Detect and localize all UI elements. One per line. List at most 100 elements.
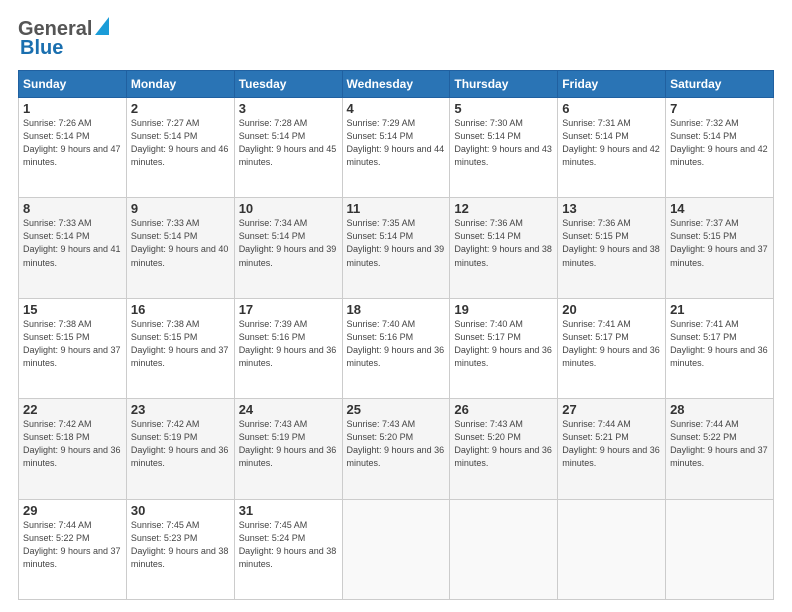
logo: General Blue (18, 18, 109, 60)
calendar-cell: 27Sunrise: 7:44 AM Sunset: 5:21 PM Dayli… (558, 399, 666, 499)
day-number: 31 (239, 503, 338, 518)
day-number: 28 (670, 402, 769, 417)
day-number: 16 (131, 302, 230, 317)
calendar-cell: 24Sunrise: 7:43 AM Sunset: 5:19 PM Dayli… (234, 399, 342, 499)
calendar-cell: 3Sunrise: 7:28 AM Sunset: 5:14 PM Daylig… (234, 98, 342, 198)
day-number: 10 (239, 201, 338, 216)
day-info: Sunrise: 7:41 AM Sunset: 5:17 PM Dayligh… (670, 318, 769, 370)
day-of-week-header: Friday (558, 71, 666, 98)
calendar-cell: 20Sunrise: 7:41 AM Sunset: 5:17 PM Dayli… (558, 298, 666, 398)
day-info: Sunrise: 7:38 AM Sunset: 5:15 PM Dayligh… (23, 318, 122, 370)
day-info: Sunrise: 7:42 AM Sunset: 5:18 PM Dayligh… (23, 418, 122, 470)
day-of-week-header: Sunday (19, 71, 127, 98)
calendar-cell: 5Sunrise: 7:30 AM Sunset: 5:14 PM Daylig… (450, 98, 558, 198)
day-info: Sunrise: 7:31 AM Sunset: 5:14 PM Dayligh… (562, 117, 661, 169)
day-number: 24 (239, 402, 338, 417)
day-number: 7 (670, 101, 769, 116)
calendar-cell: 23Sunrise: 7:42 AM Sunset: 5:19 PM Dayli… (126, 399, 234, 499)
day-number: 25 (347, 402, 446, 417)
day-number: 5 (454, 101, 553, 116)
day-number: 20 (562, 302, 661, 317)
day-info: Sunrise: 7:45 AM Sunset: 5:23 PM Dayligh… (131, 519, 230, 571)
day-of-week-header: Thursday (450, 71, 558, 98)
day-info: Sunrise: 7:44 AM Sunset: 5:22 PM Dayligh… (23, 519, 122, 571)
day-info: Sunrise: 7:43 AM Sunset: 5:19 PM Dayligh… (239, 418, 338, 470)
calendar-week-row: 22Sunrise: 7:42 AM Sunset: 5:18 PM Dayli… (19, 399, 774, 499)
calendar-cell: 8Sunrise: 7:33 AM Sunset: 5:14 PM Daylig… (19, 198, 127, 298)
calendar-cell: 10Sunrise: 7:34 AM Sunset: 5:14 PM Dayli… (234, 198, 342, 298)
calendar-cell: 7Sunrise: 7:32 AM Sunset: 5:14 PM Daylig… (666, 98, 774, 198)
day-info: Sunrise: 7:43 AM Sunset: 5:20 PM Dayligh… (347, 418, 446, 470)
day-number: 23 (131, 402, 230, 417)
calendar-cell: 25Sunrise: 7:43 AM Sunset: 5:20 PM Dayli… (342, 399, 450, 499)
day-info: Sunrise: 7:39 AM Sunset: 5:16 PM Dayligh… (239, 318, 338, 370)
calendar-cell: 16Sunrise: 7:38 AM Sunset: 5:15 PM Dayli… (126, 298, 234, 398)
day-of-week-header: Wednesday (342, 71, 450, 98)
day-of-week-header: Tuesday (234, 71, 342, 98)
day-number: 1 (23, 101, 122, 116)
day-number: 18 (347, 302, 446, 317)
calendar-cell: 26Sunrise: 7:43 AM Sunset: 5:20 PM Dayli… (450, 399, 558, 499)
day-info: Sunrise: 7:40 AM Sunset: 5:17 PM Dayligh… (454, 318, 553, 370)
day-info: Sunrise: 7:29 AM Sunset: 5:14 PM Dayligh… (347, 117, 446, 169)
day-number: 2 (131, 101, 230, 116)
day-info: Sunrise: 7:40 AM Sunset: 5:16 PM Dayligh… (347, 318, 446, 370)
calendar-cell: 28Sunrise: 7:44 AM Sunset: 5:22 PM Dayli… (666, 399, 774, 499)
calendar-cell: 6Sunrise: 7:31 AM Sunset: 5:14 PM Daylig… (558, 98, 666, 198)
calendar-cell: 1Sunrise: 7:26 AM Sunset: 5:14 PM Daylig… (19, 98, 127, 198)
calendar-cell: 4Sunrise: 7:29 AM Sunset: 5:14 PM Daylig… (342, 98, 450, 198)
day-number: 12 (454, 201, 553, 216)
day-info: Sunrise: 7:35 AM Sunset: 5:14 PM Dayligh… (347, 217, 446, 269)
calendar-cell: 19Sunrise: 7:40 AM Sunset: 5:17 PM Dayli… (450, 298, 558, 398)
day-of-week-header: Monday (126, 71, 234, 98)
day-info: Sunrise: 7:43 AM Sunset: 5:20 PM Dayligh… (454, 418, 553, 470)
header: General Blue (18, 18, 774, 60)
calendar-cell: 18Sunrise: 7:40 AM Sunset: 5:16 PM Dayli… (342, 298, 450, 398)
day-number: 9 (131, 201, 230, 216)
day-info: Sunrise: 7:28 AM Sunset: 5:14 PM Dayligh… (239, 117, 338, 169)
day-info: Sunrise: 7:44 AM Sunset: 5:21 PM Dayligh… (562, 418, 661, 470)
day-number: 14 (670, 201, 769, 216)
calendar-cell (558, 499, 666, 599)
calendar-week-row: 1Sunrise: 7:26 AM Sunset: 5:14 PM Daylig… (19, 98, 774, 198)
day-number: 11 (347, 201, 446, 216)
day-number: 15 (23, 302, 122, 317)
day-info: Sunrise: 7:36 AM Sunset: 5:15 PM Dayligh… (562, 217, 661, 269)
day-info: Sunrise: 7:45 AM Sunset: 5:24 PM Dayligh… (239, 519, 338, 571)
day-info: Sunrise: 7:30 AM Sunset: 5:14 PM Dayligh… (454, 117, 553, 169)
calendar-cell: 9Sunrise: 7:33 AM Sunset: 5:14 PM Daylig… (126, 198, 234, 298)
day-info: Sunrise: 7:37 AM Sunset: 5:15 PM Dayligh… (670, 217, 769, 269)
day-info: Sunrise: 7:42 AM Sunset: 5:19 PM Dayligh… (131, 418, 230, 470)
calendar-cell (342, 499, 450, 599)
calendar-cell (450, 499, 558, 599)
calendar-week-row: 15Sunrise: 7:38 AM Sunset: 5:15 PM Dayli… (19, 298, 774, 398)
day-header-row: SundayMondayTuesdayWednesdayThursdayFrid… (19, 71, 774, 98)
calendar-page: General Blue SundayMondayTuesdayWednesda… (0, 0, 792, 612)
calendar-cell: 14Sunrise: 7:37 AM Sunset: 5:15 PM Dayli… (666, 198, 774, 298)
calendar-cell: 30Sunrise: 7:45 AM Sunset: 5:23 PM Dayli… (126, 499, 234, 599)
calendar-cell: 31Sunrise: 7:45 AM Sunset: 5:24 PM Dayli… (234, 499, 342, 599)
day-info: Sunrise: 7:41 AM Sunset: 5:17 PM Dayligh… (562, 318, 661, 370)
calendar-cell: 17Sunrise: 7:39 AM Sunset: 5:16 PM Dayli… (234, 298, 342, 398)
day-number: 4 (347, 101, 446, 116)
day-number: 26 (454, 402, 553, 417)
day-info: Sunrise: 7:34 AM Sunset: 5:14 PM Dayligh… (239, 217, 338, 269)
day-info: Sunrise: 7:38 AM Sunset: 5:15 PM Dayligh… (131, 318, 230, 370)
day-number: 30 (131, 503, 230, 518)
calendar-cell: 21Sunrise: 7:41 AM Sunset: 5:17 PM Dayli… (666, 298, 774, 398)
calendar-table: SundayMondayTuesdayWednesdayThursdayFrid… (18, 70, 774, 600)
day-info: Sunrise: 7:36 AM Sunset: 5:14 PM Dayligh… (454, 217, 553, 269)
day-number: 3 (239, 101, 338, 116)
day-number: 22 (23, 402, 122, 417)
day-info: Sunrise: 7:33 AM Sunset: 5:14 PM Dayligh… (131, 217, 230, 269)
day-number: 6 (562, 101, 661, 116)
calendar-cell: 2Sunrise: 7:27 AM Sunset: 5:14 PM Daylig… (126, 98, 234, 198)
day-info: Sunrise: 7:26 AM Sunset: 5:14 PM Dayligh… (23, 117, 122, 169)
calendar-cell (666, 499, 774, 599)
day-number: 27 (562, 402, 661, 417)
day-number: 17 (239, 302, 338, 317)
day-of-week-header: Saturday (666, 71, 774, 98)
day-number: 19 (454, 302, 553, 317)
calendar-cell: 12Sunrise: 7:36 AM Sunset: 5:14 PM Dayli… (450, 198, 558, 298)
day-number: 21 (670, 302, 769, 317)
